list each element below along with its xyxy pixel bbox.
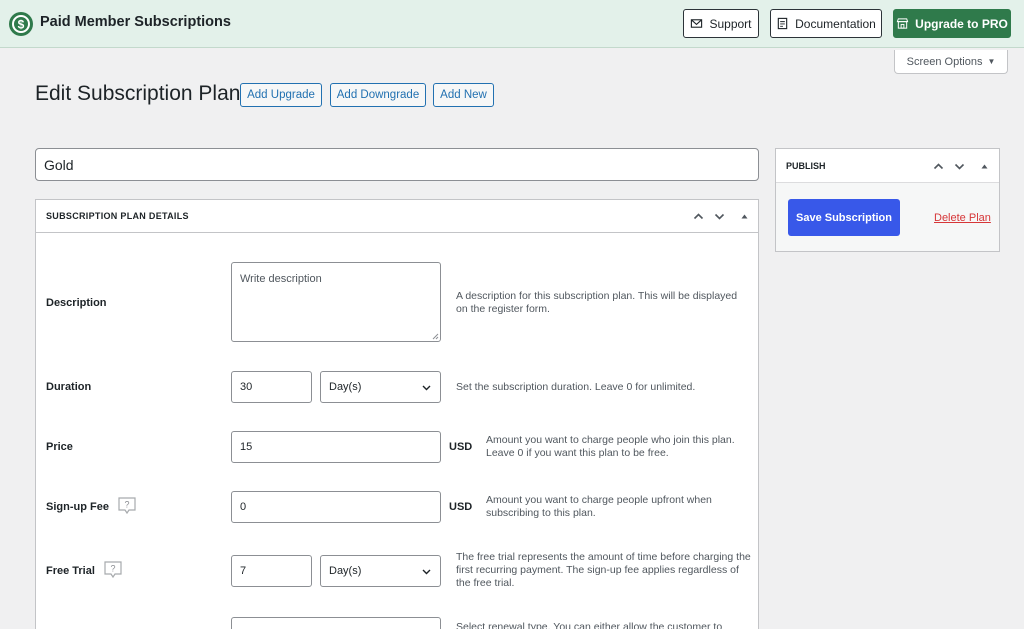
svg-text:$: $ bbox=[18, 18, 25, 32]
move-up-icon[interactable] bbox=[692, 210, 705, 223]
move-down-icon[interactable] bbox=[953, 160, 966, 173]
delete-plan-link[interactable]: Delete Plan bbox=[934, 212, 991, 224]
signup-fee-label: Sign-up Fee bbox=[46, 501, 109, 513]
plan-details-header: SUBSCRIPTION PLAN DETAILS bbox=[36, 200, 758, 233]
description-help: A description for this subscription plan… bbox=[456, 290, 738, 315]
page-title: Edit Subscription Plan bbox=[35, 82, 241, 105]
free-trial-help: The free trial represents the amount of … bbox=[456, 551, 751, 589]
screen-options-toggle[interactable]: Screen Options ▼ bbox=[894, 50, 1008, 74]
plan-name-input[interactable]: Gold bbox=[35, 148, 759, 181]
publish-metabox: PUBLISH Save Subscription Delete Plan bbox=[775, 148, 1000, 252]
add-downgrade-button[interactable]: Add Downgrade bbox=[330, 83, 426, 107]
renewal-help: Select renewal type. You can either allo… bbox=[456, 621, 723, 629]
top-bar: $ Paid Member Subscriptions Support Docu… bbox=[0, 0, 1024, 48]
signup-fee-help: Amount you want to charge people upfront… bbox=[486, 494, 712, 519]
price-input[interactable]: 15 bbox=[231, 431, 441, 463]
duration-input[interactable]: 30 bbox=[231, 371, 312, 403]
signup-fee-currency: USD bbox=[449, 501, 473, 513]
duration-label: Duration bbox=[46, 381, 92, 393]
document-icon bbox=[777, 17, 788, 30]
screen-options-label: Screen Options bbox=[906, 55, 983, 68]
collapse-toggle-icon[interactable] bbox=[738, 210, 751, 223]
save-subscription-button[interactable]: Save Subscription bbox=[788, 199, 900, 236]
publish-header: PUBLISH bbox=[776, 149, 999, 183]
upgrade-label: Upgrade to PRO bbox=[915, 16, 1008, 31]
free-trial-unit-value: Day(s) bbox=[329, 565, 362, 577]
chevron-down-icon bbox=[422, 569, 431, 574]
move-down-icon[interactable] bbox=[713, 210, 726, 223]
price-help: Amount you want to charge people who joi… bbox=[486, 434, 735, 459]
move-up-icon[interactable] bbox=[932, 160, 945, 173]
brand-name: Paid Member Subscriptions bbox=[40, 14, 231, 30]
documentation-button[interactable]: Documentation bbox=[770, 9, 882, 38]
description-textarea[interactable]: Write description bbox=[231, 262, 441, 342]
support-button[interactable]: Support bbox=[683, 9, 759, 38]
add-new-button[interactable]: Add New bbox=[433, 83, 494, 107]
duration-unit-value: Day(s) bbox=[329, 381, 362, 393]
plan-details-metabox: SUBSCRIPTION PLAN DETAILS Description Wr… bbox=[35, 199, 759, 629]
free-trial-unit-select[interactable]: Day(s) bbox=[320, 555, 441, 587]
pms-logo-icon: $ bbox=[9, 12, 33, 36]
upgrade-pro-button[interactable]: Upgrade to PRO bbox=[893, 9, 1011, 38]
signup-fee-input[interactable]: 0 bbox=[231, 491, 441, 523]
svg-text:?: ? bbox=[110, 564, 115, 574]
description-label: Description bbox=[46, 297, 107, 309]
description-placeholder: Write description bbox=[240, 273, 322, 285]
help-tooltip-icon[interactable]: ? bbox=[117, 496, 137, 516]
documentation-label: Documentation bbox=[795, 16, 876, 31]
chevron-down-icon bbox=[422, 385, 431, 390]
envelope-icon bbox=[691, 19, 703, 28]
store-icon bbox=[896, 18, 909, 29]
collapse-toggle-icon[interactable] bbox=[978, 160, 991, 173]
price-label: Price bbox=[46, 441, 73, 453]
publish-title: PUBLISH bbox=[786, 161, 826, 171]
svg-text:?: ? bbox=[124, 500, 129, 510]
renewal-select[interactable] bbox=[231, 617, 441, 629]
free-trial-label: Free Trial bbox=[46, 565, 95, 577]
resize-handle-icon[interactable] bbox=[431, 332, 439, 340]
add-upgrade-button[interactable]: Add Upgrade bbox=[240, 83, 322, 107]
duration-unit-select[interactable]: Day(s) bbox=[320, 371, 441, 403]
free-trial-input[interactable]: 7 bbox=[231, 555, 312, 587]
price-currency: USD bbox=[449, 441, 473, 453]
help-tooltip-icon[interactable]: ? bbox=[103, 560, 123, 580]
plan-details-title: SUBSCRIPTION PLAN DETAILS bbox=[46, 211, 189, 221]
caret-down-icon: ▼ bbox=[987, 57, 996, 66]
support-label: Support bbox=[709, 16, 752, 31]
duration-help: Set the subscription duration. Leave 0 f… bbox=[456, 381, 696, 393]
